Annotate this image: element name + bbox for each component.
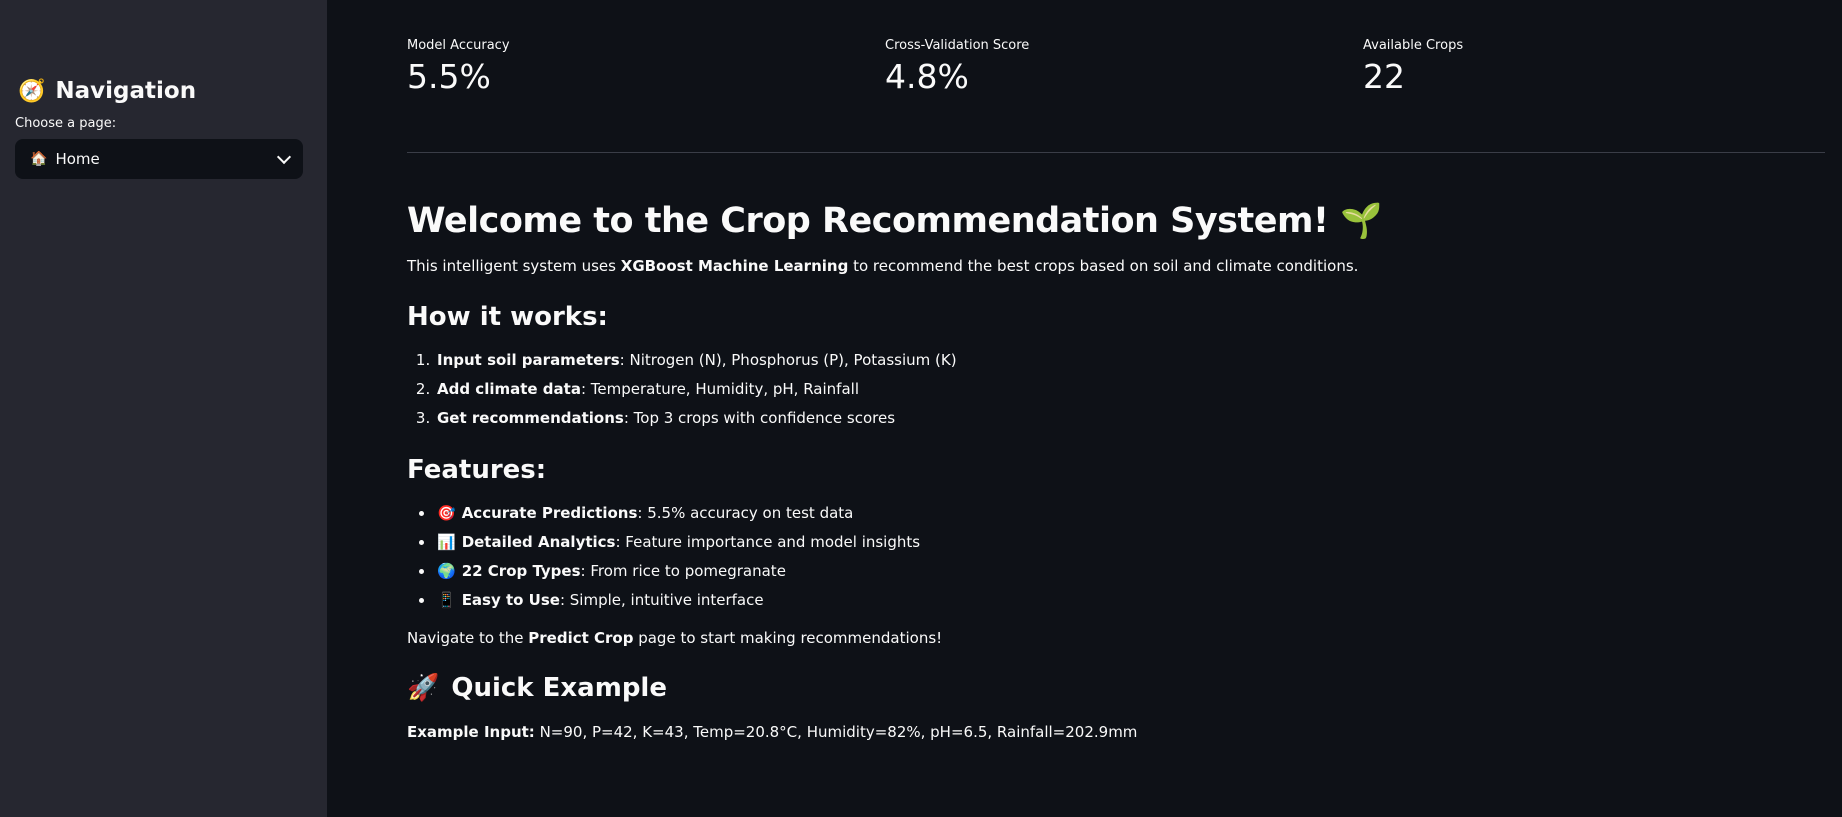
chart-icon: 📊 bbox=[437, 532, 456, 551]
list-item: 🎯 Accurate Predictions: 5.5% accuracy on … bbox=[435, 499, 1841, 528]
step-text: : Temperature, Humidity, pH, Rainfall bbox=[580, 379, 859, 398]
intro-post: to recommend the best crops based on soi… bbox=[848, 257, 1359, 275]
intro-bold: XGBoost Machine Learning bbox=[620, 257, 849, 275]
intro-pre: This intelligent system uses bbox=[407, 257, 621, 275]
step-text: : Nitrogen (N), Phosphorus (P), Potassiu… bbox=[619, 350, 957, 369]
list-item: 🌍 22 Crop Types: From rice to pomegranate bbox=[435, 557, 1841, 586]
page-select-value: 🏠 Home bbox=[30, 150, 100, 168]
sidebar-title-text: Navigation bbox=[55, 78, 197, 104]
example-label: Example Input: bbox=[407, 723, 535, 741]
how-it-works-heading: How it works: bbox=[407, 301, 608, 332]
list-item: Input soil parameters: Nitrogen (N), Pho… bbox=[435, 346, 1841, 375]
chevron-down-icon[interactable] bbox=[276, 149, 292, 164]
page-select-label: Choose a page: bbox=[15, 116, 117, 131]
metric-value: 4.8% bbox=[885, 57, 969, 96]
example-input: Example Input: N=90, P=42, K=43, Temp=20… bbox=[407, 721, 1841, 744]
navigate-bold: Predict Crop bbox=[528, 628, 634, 647]
step-text: : Top 3 crops with confidence scores bbox=[623, 408, 896, 427]
quick-example-text: Quick Example bbox=[451, 673, 667, 703]
rocket-icon: 🚀 bbox=[407, 673, 440, 703]
navigate-text: Navigate to the Predict Crop page to sta… bbox=[407, 627, 1841, 650]
sidebar-title: 🧭 Navigation bbox=[18, 78, 303, 104]
house-icon: 🏠 bbox=[30, 151, 48, 167]
feature-bold: Detailed Analytics bbox=[461, 532, 616, 551]
step-bold: Input soil parameters bbox=[437, 350, 620, 369]
metric-label: Available Crops bbox=[1363, 38, 1464, 53]
globe-icon: 🌍 bbox=[437, 561, 456, 580]
list-item: 📱 Easy to Use: Simple, intuitive interfac… bbox=[435, 586, 1841, 615]
feature-text: : Feature importance and model insights bbox=[615, 532, 921, 551]
metric-value: 22 bbox=[1363, 57, 1405, 96]
metric-model-accuracy: Model Accuracy 5.5% bbox=[407, 38, 885, 96]
steps-list: Input soil parameters: Nitrogen (N), Pho… bbox=[407, 346, 1841, 433]
feature-bold: Easy to Use bbox=[461, 590, 560, 609]
metric-label: Model Accuracy bbox=[407, 38, 510, 53]
metric-available-crops: Available Crops 22 bbox=[1363, 38, 1841, 96]
app-root: 🧭 Navigation Choose a page: 🏠 Home Model… bbox=[0, 0, 1842, 817]
features-heading: Features: bbox=[407, 454, 547, 485]
list-item: 📊 Detailed Analytics: Feature importance … bbox=[435, 528, 1841, 557]
feature-bold: Accurate Predictions bbox=[461, 503, 638, 522]
step-bold: Add climate data bbox=[437, 379, 581, 398]
features-list: 🎯 Accurate Predictions: 5.5% accuracy on … bbox=[407, 499, 1841, 615]
metric-cross-validation: Cross-Validation Score 4.8% bbox=[885, 38, 1363, 96]
navigate-post: page to start making recommendations! bbox=[633, 628, 943, 647]
step-bold: Get recommendations bbox=[437, 408, 624, 427]
example-text: N=90, P=42, K=43, Temp=20.8°C, Humidity=… bbox=[534, 723, 1138, 741]
list-item: Get recommendations: Top 3 crops with co… bbox=[435, 404, 1841, 433]
metric-label: Cross-Validation Score bbox=[885, 38, 1030, 53]
page-select[interactable]: 🏠 Home bbox=[15, 139, 303, 179]
list-item: Add climate data: Temperature, Humidity,… bbox=[435, 375, 1841, 404]
main-content: Model Accuracy 5.5% Cross-Validation Sco… bbox=[327, 0, 1842, 817]
phone-icon: 📱 bbox=[437, 590, 456, 609]
target-icon: 🎯 bbox=[437, 503, 456, 522]
page-title: Welcome to the Crop Recommendation Syste… bbox=[407, 201, 1841, 241]
sidebar: 🧭 Navigation Choose a page: 🏠 Home bbox=[0, 0, 327, 817]
seedling-icon: 🌱 bbox=[1340, 201, 1383, 241]
navigate-pre: Navigate to the bbox=[407, 628, 529, 647]
feature-text: : From rice to pomegranate bbox=[580, 561, 786, 580]
divider bbox=[407, 152, 1825, 153]
feature-text: : Simple, intuitive interface bbox=[559, 590, 764, 609]
feature-bold: 22 Crop Types bbox=[461, 561, 581, 580]
page-title-text: Welcome to the Crop Recommendation Syste… bbox=[407, 201, 1329, 241]
metrics-row: Model Accuracy 5.5% Cross-Validation Sco… bbox=[407, 38, 1841, 96]
intro-text: This intelligent system uses XGBoost Mac… bbox=[407, 255, 1841, 278]
compass-icon: 🧭 bbox=[18, 78, 46, 104]
metric-value: 5.5% bbox=[407, 57, 491, 96]
page-select-text: Home bbox=[55, 150, 100, 168]
quick-example-heading: 🚀 Quick Example bbox=[407, 673, 1841, 703]
feature-text: : 5.5% accuracy on test data bbox=[637, 503, 854, 522]
